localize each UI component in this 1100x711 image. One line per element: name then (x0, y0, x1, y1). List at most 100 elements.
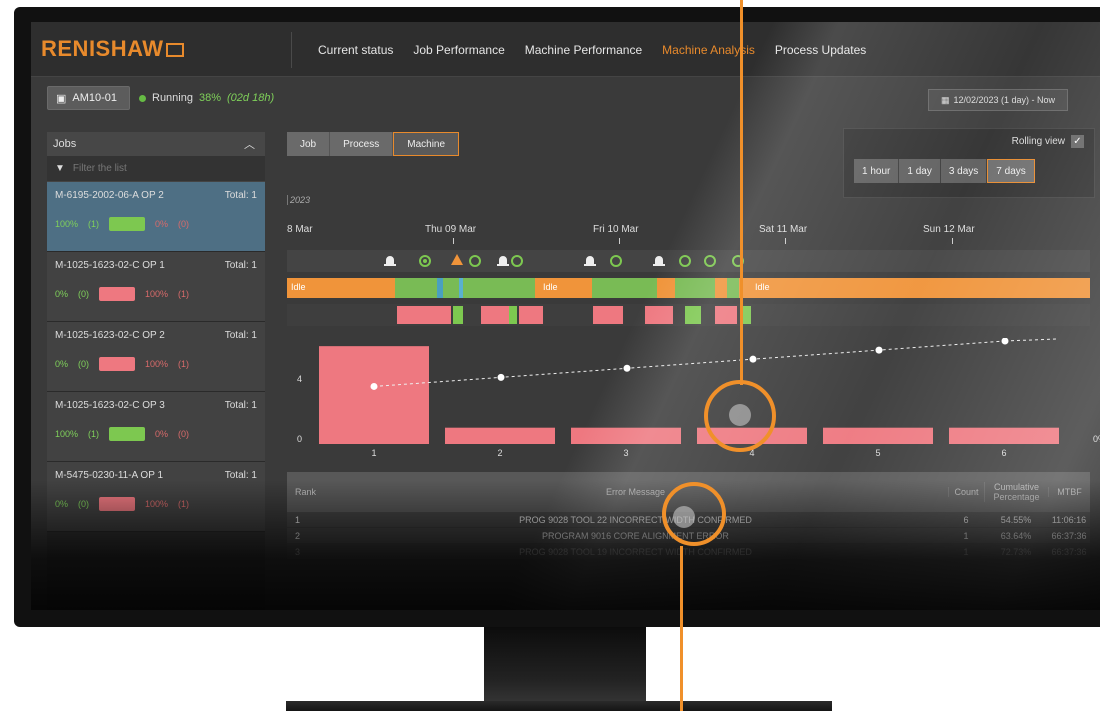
cell-count: 6 (963, 514, 969, 525)
job-pass-count: (0) (78, 359, 90, 369)
y-tick-label: 0 (297, 434, 302, 444)
cell-cumulative: 54.55% (1000, 514, 1032, 525)
range-1-hour[interactable]: 1 hour (854, 159, 900, 183)
job-list: M-6195-2002-06-A OP 2 Total: 1 100% (1) 0% (0… (47, 182, 265, 532)
nav-machine-performance[interactable]: Machine Performance (525, 43, 642, 57)
result-segments (397, 306, 751, 324)
job-fail-count: (1) (178, 289, 190, 299)
cell-rank: 2 (295, 530, 301, 541)
job-total: Total: 1 (224, 330, 257, 341)
cumulative-point (1001, 338, 1009, 345)
job-pass-percent: 0% (55, 499, 69, 509)
nav-process-updates[interactable]: Process Updates (775, 43, 866, 57)
job-result-bar (99, 357, 136, 371)
check-circle-icon (469, 255, 481, 267)
job-name: M-1025-1623-02-C OP 3 (55, 400, 165, 411)
status-label: Running (152, 92, 193, 104)
machine-selector-button[interactable]: ▣ AM10-01 (47, 86, 130, 110)
callout-line-top (740, 0, 743, 385)
warning-icon (451, 254, 463, 265)
job-list-item[interactable]: M-6195-2002-06-A OP 2 Total: 1 100% (1) 0% (0… (47, 182, 265, 252)
x-tick-label: 3 (623, 448, 628, 458)
job-list-item[interactable]: M-1025-1623-02-C OP 1 Total: 1 0% (0) 100% (1… (47, 252, 265, 322)
rolling-view-toggle[interactable]: Rolling view ✓ (1012, 135, 1084, 148)
tab-process[interactable]: Process (330, 132, 394, 156)
job-list-item[interactable]: M-1025-1623-02-C OP 3 Total: 1 100% (1) 0% (0… (47, 392, 265, 462)
nav-current-status[interactable]: Current status (318, 43, 393, 57)
job-list-item[interactable]: M-5475-0230-11-A OP 1 Total: 1 0% (0) 100% (1… (47, 462, 265, 532)
main-nav: Current status Job Performance Machine P… (318, 22, 866, 77)
touch-point-icon (729, 404, 751, 426)
cell-count: 1 (963, 530, 969, 541)
filter-input[interactable]: Filter the list (73, 163, 127, 174)
col-rank[interactable]: Rank (287, 487, 323, 497)
range-selector: 1 hour 1 day 3 days 7 days (854, 159, 1035, 183)
col-error-message[interactable]: Error Message (323, 487, 948, 497)
bell-icon (497, 256, 509, 266)
job-result-bar (109, 217, 146, 231)
table-row[interactable]: 3 PROG 9028 TOOL 19 INCORRECT WIDTH CONFI… (287, 544, 1090, 560)
range-1-day[interactable]: 1 day (899, 159, 941, 183)
state-segments (395, 278, 739, 298)
cumulative-line (1004, 338, 1058, 342)
job-pass-count: (1) (88, 429, 100, 439)
date-range-button[interactable]: ▦ 12/02/2023 (1 day) - Now (928, 89, 1068, 111)
status-duration: (02d 18h) (227, 92, 275, 104)
tab-job[interactable]: Job (287, 132, 331, 156)
job-pass-count: (0) (78, 499, 90, 509)
job-fail-count: (1) (178, 499, 190, 509)
y-right-tick-label: 0% (1093, 434, 1100, 444)
job-total: Total: 1 (224, 190, 257, 201)
range-3-days[interactable]: 3 days (940, 159, 988, 183)
bell-icon (653, 256, 665, 266)
job-name: M-1025-1623-02-C OP 1 (55, 260, 165, 271)
cell-mtbf: 11:06:16 (1051, 514, 1087, 525)
job-result-bar (109, 427, 146, 441)
touch-point-icon (673, 506, 695, 528)
top-bar: RENISHAW Current status Job Performance … (31, 22, 1100, 77)
range-7-days[interactable]: 7 days (987, 159, 1035, 183)
divider (291, 32, 292, 68)
machine-icon: ▣ (56, 92, 67, 105)
state-label: Idle (543, 282, 558, 292)
checkbox-checked-icon[interactable]: ✓ (1071, 135, 1084, 148)
cell-count: 1 (963, 546, 969, 557)
job-pass-count: (0) (78, 289, 90, 299)
job-fail-percent: 100% (145, 499, 169, 509)
bell-icon (584, 256, 596, 266)
job-total: Total: 1 (224, 260, 257, 271)
day-tick (453, 238, 454, 244)
cell-rank: 3 (295, 546, 301, 557)
job-name: M-1025-1623-02-C OP 2 (55, 330, 165, 341)
cell-mtbf: 66:37:36 (1051, 546, 1087, 557)
x-tick-label: 1 (371, 448, 376, 458)
day-tick (785, 238, 786, 244)
cell-cumulative: 72.73% (1000, 546, 1032, 557)
view-tabs: Job Process Machine (287, 132, 460, 156)
check-circle-icon (704, 255, 716, 267)
date-range-label: 12/02/2023 (1 day) - Now (953, 95, 1056, 105)
running-status-icon (139, 94, 146, 102)
job-result-bar (99, 287, 136, 301)
col-cumulative[interactable]: Cumulative Percentage (984, 482, 1048, 502)
events-band (287, 250, 1090, 272)
nav-job-performance[interactable]: Job Performance (413, 43, 504, 57)
chevron-up-icon[interactable]: ︿ (244, 136, 255, 152)
jobs-header[interactable]: Jobs ︿ (47, 132, 265, 156)
job-total: Total: 1 (224, 470, 257, 481)
chart-bar (445, 427, 555, 444)
tab-machine[interactable]: Machine (393, 132, 460, 156)
result-band (287, 304, 1090, 326)
status-percent: 38% (198, 92, 222, 104)
logo-mark-icon (165, 43, 184, 58)
cell-error-message: PROG 9028 TOOL 19 INCORRECT WIDTH CONFIR… (519, 546, 752, 557)
col-count[interactable]: Count (948, 487, 984, 497)
x-tick-label: 6 (1001, 448, 1006, 458)
day-tick (952, 238, 953, 244)
cell-rank: 1 (295, 514, 301, 525)
job-list-item[interactable]: M-1025-1623-02-C OP 2 Total: 1 0% (0) 100% (1… (47, 322, 265, 392)
state-label: Idle (291, 282, 306, 292)
col-mtbf[interactable]: MTBF (1048, 487, 1090, 497)
cumulative-point (875, 346, 883, 354)
job-name: M-5475-0230-11-A OP 1 (55, 470, 164, 481)
